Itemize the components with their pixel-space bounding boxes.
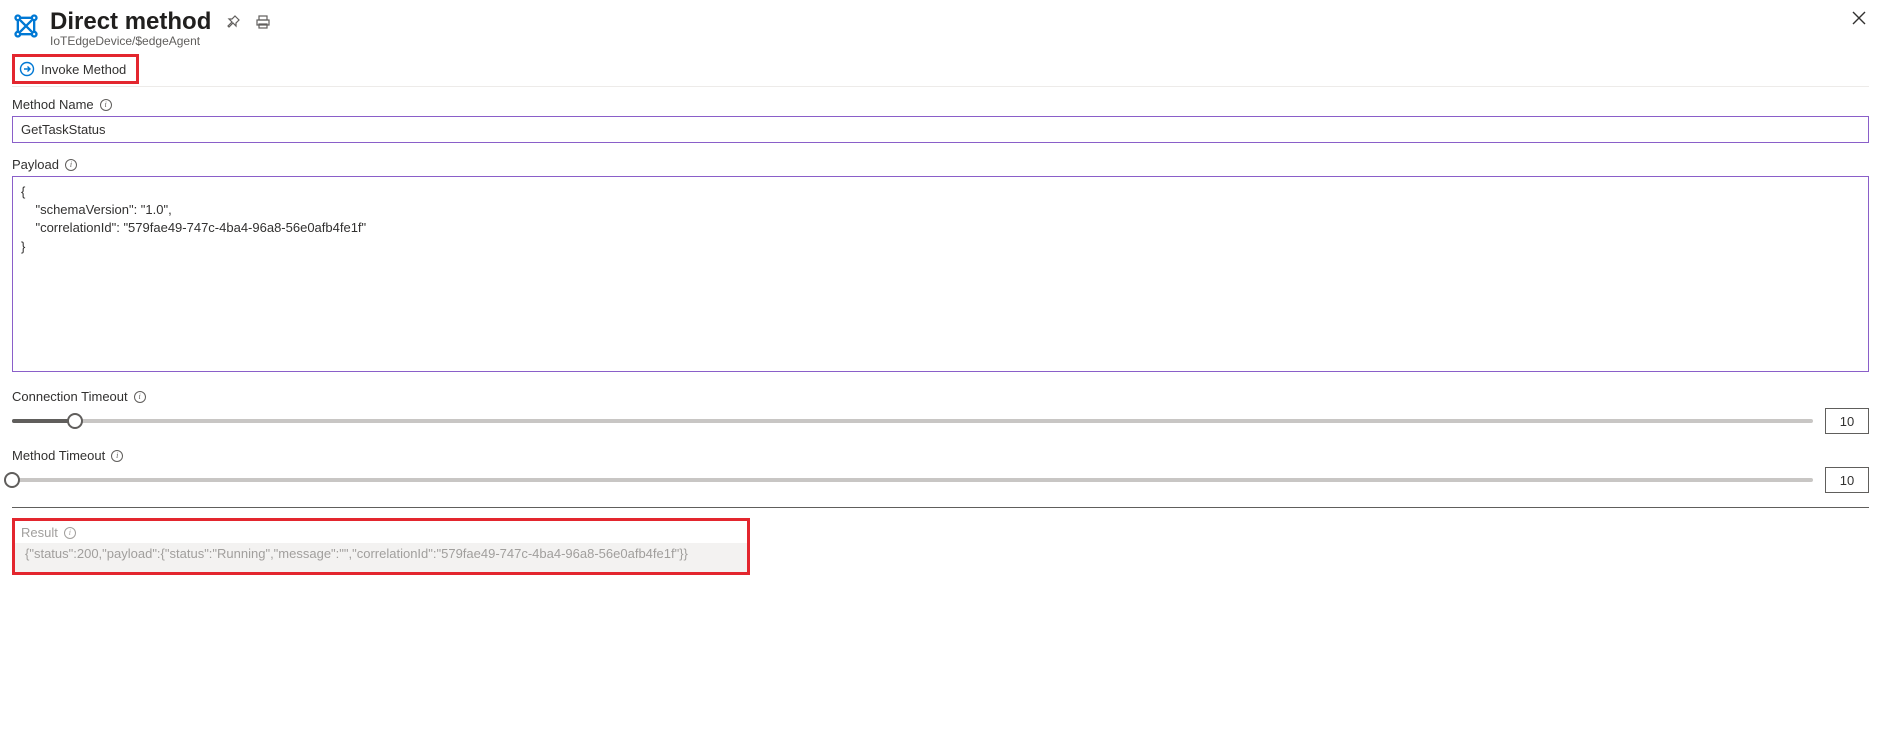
info-icon[interactable]: i	[134, 391, 146, 403]
method-timeout-label-row: Method Timeout i	[12, 448, 1869, 463]
header-left: Direct method IoTEdgeDevice/$edgeAgent	[12, 8, 271, 48]
connection-timeout-label-row: Connection Timeout i	[12, 389, 1869, 404]
title-row: Direct method	[50, 8, 271, 36]
breadcrumb: IoTEdgeDevice/$edgeAgent	[50, 34, 271, 48]
print-icon[interactable]	[255, 14, 271, 30]
result-box: Result i {"status":200,"payload":{"statu…	[12, 518, 750, 575]
info-icon[interactable]: i	[100, 99, 112, 111]
slider-thumb[interactable]	[4, 472, 20, 488]
header: Direct method IoTEdgeDevice/$edgeAgent	[12, 8, 1869, 52]
direct-method-icon	[12, 12, 40, 40]
page-title: Direct method	[50, 8, 211, 36]
connection-timeout-value[interactable]	[1825, 408, 1869, 434]
method-name-group: Method Name i	[12, 97, 1869, 143]
payload-group: Payload i	[12, 157, 1869, 375]
connection-timeout-slider[interactable]	[12, 419, 1813, 423]
result-label: Result	[21, 525, 58, 540]
payload-textarea[interactable]	[12, 176, 1869, 372]
toolbar: Invoke Method	[12, 52, 1869, 87]
method-timeout-value[interactable]	[1825, 467, 1869, 493]
result-label-row: Result i	[21, 525, 741, 540]
method-timeout-group: Method Timeout i	[12, 448, 1869, 493]
info-icon[interactable]: i	[64, 527, 76, 539]
close-button[interactable]	[1849, 8, 1869, 28]
info-icon[interactable]: i	[65, 159, 77, 171]
title-block: Direct method IoTEdgeDevice/$edgeAgent	[50, 8, 271, 48]
pin-icon[interactable]	[225, 14, 241, 30]
divider	[12, 507, 1869, 508]
method-name-label: Method Name	[12, 97, 94, 112]
payload-label-row: Payload i	[12, 157, 1869, 172]
method-name-input[interactable]	[12, 116, 1869, 143]
slider-thumb[interactable]	[67, 413, 83, 429]
connection-timeout-slider-row	[12, 408, 1869, 434]
connection-timeout-group: Connection Timeout i	[12, 389, 1869, 434]
payload-label: Payload	[12, 157, 59, 172]
method-timeout-slider-row	[12, 467, 1869, 493]
invoke-method-button[interactable]: Invoke Method	[12, 54, 139, 84]
method-name-label-row: Method Name i	[12, 97, 1869, 112]
result-value: {"status":200,"payload":{"status":"Runni…	[21, 543, 741, 564]
method-timeout-label: Method Timeout	[12, 448, 105, 463]
method-timeout-slider[interactable]	[12, 478, 1813, 482]
invoke-method-label: Invoke Method	[41, 62, 126, 77]
invoke-arrow-icon	[19, 61, 35, 77]
connection-timeout-label: Connection Timeout	[12, 389, 128, 404]
info-icon[interactable]: i	[111, 450, 123, 462]
